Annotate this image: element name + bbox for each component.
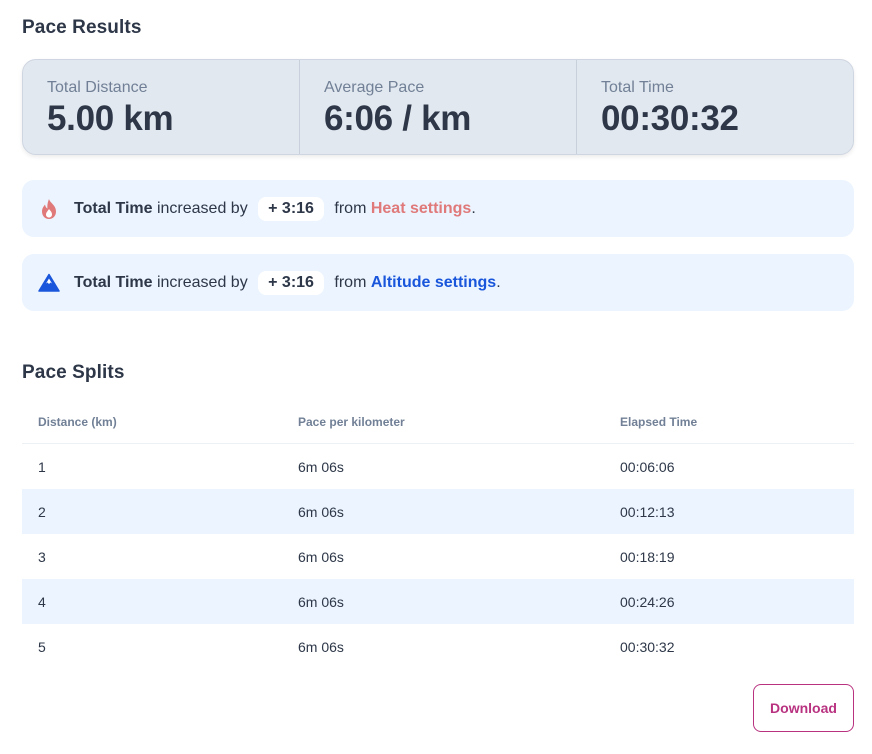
cell-elapsed: 00:06:06 <box>620 458 675 475</box>
pace-splits-title: Pace Splits <box>22 362 125 383</box>
cell-elapsed: 00:12:13 <box>620 503 675 520</box>
table-header: Distance (km) Pace per kilometer Elapsed… <box>22 400 854 444</box>
table-row: 3 6m 06s 00:18:19 <box>22 534 854 579</box>
altitude-alert: Total Time increased by + 3:16 from Alti… <box>22 254 854 311</box>
table-row: 1 6m 06s 00:06:06 <box>22 444 854 489</box>
cell-elapsed: 00:24:26 <box>620 593 675 610</box>
cell-pace: 6m 06s <box>298 548 344 565</box>
stats-card: Total Distance 5.00 km Average Pace 6:06… <box>22 59 854 155</box>
cell-distance: 1 <box>38 458 46 475</box>
download-button[interactable]: Download <box>753 684 854 732</box>
column-header-pace: Pace per kilometer <box>298 414 405 429</box>
stat-label: Total Time <box>601 79 674 96</box>
heat-alert: Total Time increased by + 3:16 from Heat… <box>22 180 854 237</box>
alert-text: . <box>471 199 476 217</box>
pace-results-title: Pace Results <box>22 17 142 38</box>
cell-pace: 6m 06s <box>298 638 344 655</box>
table-row: 4 6m 06s 00:24:26 <box>22 579 854 624</box>
alert-text: increased by <box>152 273 253 291</box>
pace-splits-table: Distance (km) Pace per kilometer Elapsed… <box>22 400 854 669</box>
flame-icon <box>38 198 60 220</box>
alert-text: . <box>496 273 501 291</box>
cell-elapsed: 00:18:19 <box>620 548 675 565</box>
alert-text: from <box>329 273 371 291</box>
stat-average-pace: Average Pace 6:06 / km <box>300 60 577 154</box>
cell-pace: 6m 06s <box>298 503 344 520</box>
altitude-settings-link[interactable]: Altitude settings <box>371 274 496 292</box>
cell-distance: 4 <box>38 593 46 610</box>
stat-value: 00:30:32 <box>601 99 739 138</box>
stat-total-distance: Total Distance 5.00 km <box>23 60 300 154</box>
alert-text: increased by <box>152 199 253 217</box>
heat-settings-link[interactable]: Heat settings <box>371 200 471 218</box>
cell-elapsed: 00:30:32 <box>620 638 675 655</box>
stat-value: 6:06 / km <box>324 99 472 138</box>
mountain-icon <box>38 272 60 294</box>
cell-pace: 6m 06s <box>298 593 344 610</box>
pace-results-page: Pace Results Total Distance 5.00 km Aver… <box>0 0 872 754</box>
column-header-elapsed: Elapsed Time <box>620 414 698 429</box>
stat-label: Average Pace <box>324 79 425 96</box>
stat-label: Total Distance <box>47 79 148 96</box>
time-increase-badge: + 3:16 <box>258 270 324 295</box>
table-row: 2 6m 06s 00:12:13 <box>22 489 854 534</box>
alert-subject: Total Time <box>74 199 153 217</box>
time-increase-badge: + 3:16 <box>258 196 324 221</box>
cell-distance: 5 <box>38 638 46 655</box>
cell-pace: 6m 06s <box>298 458 344 475</box>
table-row: 5 6m 06s 00:30:32 <box>22 624 854 669</box>
stat-value: 5.00 km <box>47 99 174 138</box>
alert-subject: Total Time <box>74 273 153 291</box>
cell-distance: 2 <box>38 503 46 520</box>
column-header-distance: Distance (km) <box>38 414 117 429</box>
cell-distance: 3 <box>38 548 46 565</box>
alert-text: from <box>329 199 371 217</box>
stat-total-time: Total Time 00:30:32 <box>577 60 853 154</box>
